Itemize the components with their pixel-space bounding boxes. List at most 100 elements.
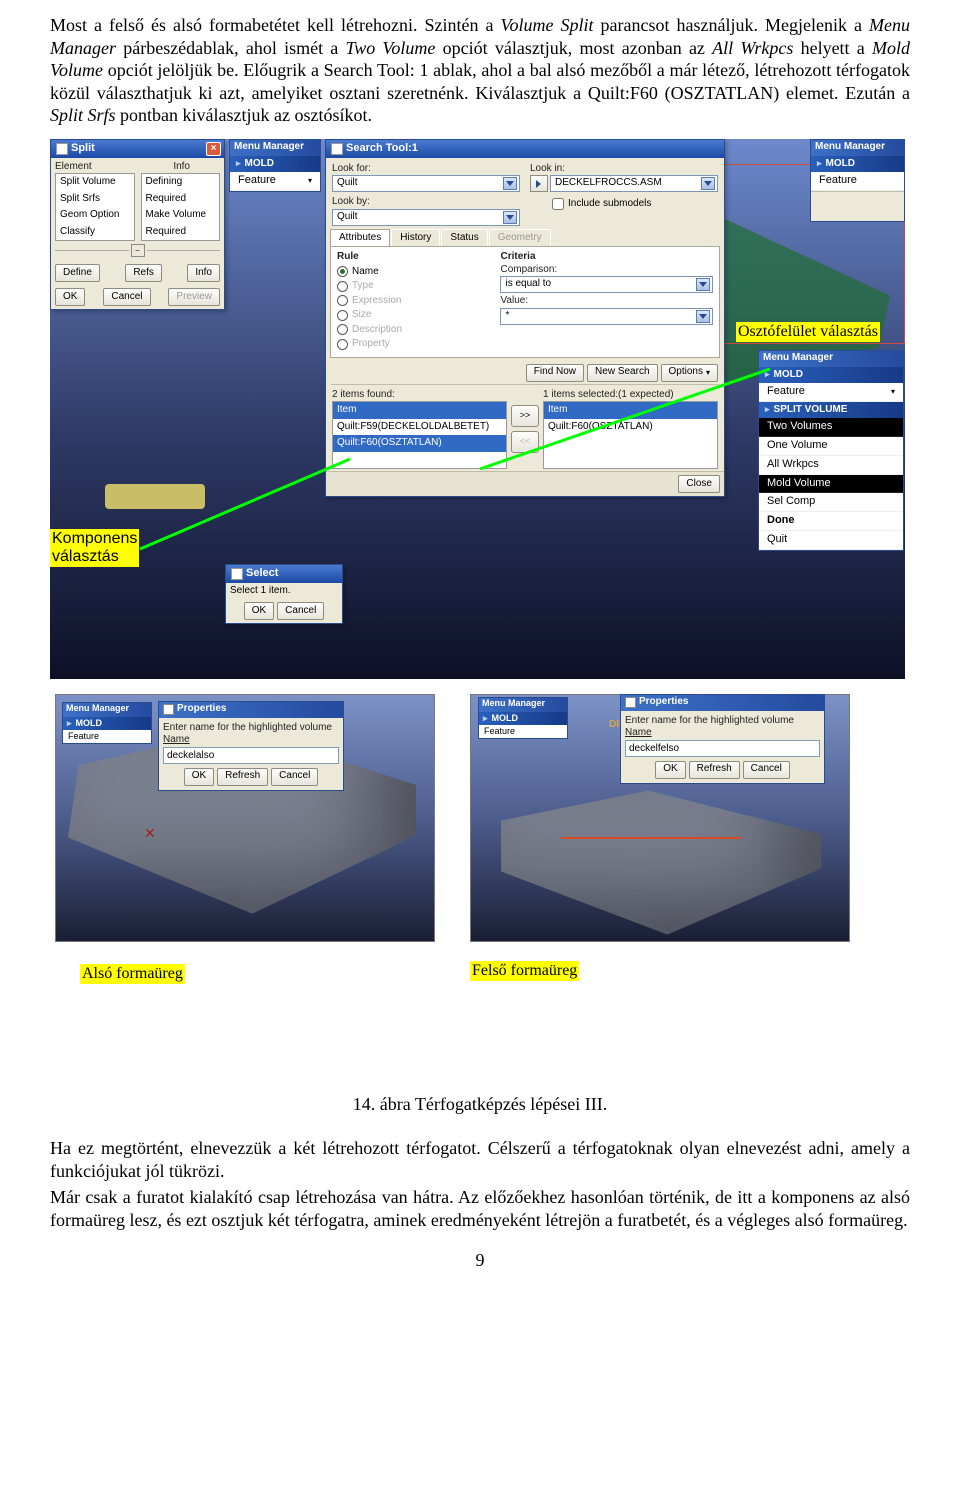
list-item: Required: [142, 191, 220, 208]
list-item[interactable]: Split Srfs: [56, 191, 134, 208]
mm-title: Menu Manager: [63, 703, 151, 717]
mi-mold-volume[interactable]: Mold Volume: [759, 475, 903, 494]
col-element: Element: [55, 161, 92, 174]
mm-header[interactable]: MOLD: [479, 712, 567, 725]
props-cancel-button[interactable]: Cancel: [271, 768, 318, 786]
list-item[interactable]: Quilt:F59(DECKELOLDALBETET): [333, 419, 506, 436]
edge-highlight: [561, 837, 741, 839]
page-number: 9: [50, 1249, 910, 1272]
criteria-label: Criteria: [500, 251, 713, 264]
search-window-icon: [331, 143, 343, 155]
rule-size[interactable]: Size: [337, 309, 500, 322]
props-refresh-button[interactable]: Refresh: [217, 768, 268, 786]
list-item-selected[interactable]: Quilt:F60(OSZTATLAN): [333, 435, 506, 452]
close-button[interactable]: Close: [678, 475, 720, 493]
props-refresh-button[interactable]: Refresh: [689, 761, 740, 779]
text: opciót jelöljük be. Előugrik a Search To…: [50, 60, 910, 103]
transfer-left-button[interactable]: <<: [511, 431, 539, 453]
callout-also-formaure: Alsó formaüreg: [80, 964, 185, 984]
tab-history[interactable]: History: [391, 229, 440, 247]
scroll-handle[interactable]: ⎯: [131, 244, 145, 257]
look-for-combo[interactable]: Quilt: [332, 175, 520, 192]
col-info: Info: [173, 161, 190, 174]
mm-splitvol-header[interactable]: SPLIT VOLUME: [759, 402, 903, 419]
list-item[interactable]: Split Volume: [56, 174, 134, 191]
rule-expression[interactable]: Expression: [337, 295, 500, 308]
chevron-down-icon: [701, 177, 715, 190]
mi-two-volumes[interactable]: Two Volumes: [759, 418, 903, 437]
rule-name[interactable]: Name: [337, 266, 500, 279]
list-item: Defining: [142, 174, 220, 191]
select-ok-button[interactable]: OK: [244, 602, 274, 620]
find-now-button[interactable]: Find Now: [526, 364, 584, 382]
transfer-right-button[interactable]: >>: [511, 405, 539, 427]
options-button[interactable]: Options ▾: [661, 364, 718, 382]
props-name-input[interactable]: [163, 747, 339, 764]
mm-mold-header[interactable]: MOLD: [759, 367, 903, 384]
props-title-text: Properties: [177, 703, 226, 716]
selected-listbox[interactable]: Item Quilt:F60(OSZTATLAN): [543, 401, 718, 469]
chevron-down-icon: [503, 211, 517, 224]
chevron-down-icon: [696, 278, 710, 291]
props-ok-button[interactable]: OK: [184, 768, 214, 786]
mm-mold-header[interactable]: MOLD: [230, 156, 320, 173]
mm-feature-item[interactable]: Feature▾: [759, 383, 903, 402]
list-item[interactable]: Geom Option: [56, 207, 134, 224]
preview-button[interactable]: Preview: [168, 288, 220, 306]
list-item: Required: [142, 224, 220, 241]
chevron-down-icon: [696, 310, 710, 323]
mm-header[interactable]: MOLD: [811, 156, 904, 173]
mi-quit[interactable]: Quit: [759, 531, 903, 550]
props-name-input[interactable]: [625, 740, 820, 757]
search-title-bar: Search Tool:1: [326, 140, 724, 158]
props-enter-label: Enter name for the highlighted volume: [163, 722, 339, 735]
rule-type[interactable]: Type: [337, 280, 500, 293]
props-ok-button[interactable]: OK: [655, 761, 685, 779]
cursor-icon[interactable]: [530, 175, 548, 192]
mi-all-wrkpcs[interactable]: All Wrkpcs: [759, 456, 903, 475]
callout-osztofelulet: Osztófelület választás: [736, 322, 880, 342]
mi-done[interactable]: Done: [759, 512, 903, 531]
list-item[interactable]: Quilt:F60(OSZTATLAN): [544, 419, 717, 436]
tab-attributes[interactable]: Attributes: [330, 229, 390, 247]
select-cancel-button[interactable]: Cancel: [277, 602, 324, 620]
info-button[interactable]: Info: [187, 264, 220, 282]
cancel-button[interactable]: Cancel: [103, 288, 150, 306]
text: parancsot használjuk. Megjelenik a: [601, 15, 869, 35]
chevron-down-icon: ▾: [891, 387, 895, 397]
new-search-button[interactable]: New Search: [587, 364, 657, 382]
refs-button[interactable]: Refs: [125, 264, 162, 282]
mm-header[interactable]: MOLD: [63, 717, 151, 730]
mi-one-volume[interactable]: One Volume: [759, 437, 903, 456]
mm-feature-item[interactable]: Feature ▾: [230, 172, 320, 191]
element-list[interactable]: Split Volume Split Srfs Geom Option Clas…: [55, 173, 135, 241]
look-by-combo[interactable]: Quilt: [332, 209, 520, 226]
define-button[interactable]: Define: [55, 264, 100, 282]
value-combo[interactable]: *: [500, 308, 713, 325]
mi-feature[interactable]: Feature: [479, 725, 567, 738]
rule-property[interactable]: Property: [337, 338, 500, 351]
include-submodels-check[interactable]: Include submodels: [552, 198, 651, 211]
mi-sel-comp[interactable]: Sel Comp: [759, 493, 903, 512]
found-listbox[interactable]: Item Quilt:F59(DECKELOLDALBETET) Quilt:F…: [332, 401, 507, 469]
ok-button[interactable]: OK: [55, 288, 85, 306]
list-item[interactable]: Classify: [56, 224, 134, 241]
rule-description[interactable]: Description: [337, 324, 500, 337]
menu-manager-mini-left: Menu Manager MOLD Feature: [62, 702, 152, 745]
properties-left: Properties Enter name for the highlighte…: [158, 701, 344, 791]
props-icon: [625, 697, 636, 708]
mi-feature[interactable]: Feature: [63, 730, 151, 743]
tab-status[interactable]: Status: [441, 229, 487, 247]
search-tool-window: Search Tool:1 Look for: Quilt Look by: Q…: [325, 139, 725, 498]
chevron-down-icon: [503, 177, 517, 190]
props-title-text: Properties: [639, 696, 688, 709]
mm-title: Menu Manager: [811, 140, 904, 156]
split-title-text: Split: [56, 142, 95, 156]
search-tabs: Attributes History Status Geometry: [326, 226, 724, 247]
close-icon[interactable]: ×: [206, 142, 221, 156]
props-cancel-button[interactable]: Cancel: [743, 761, 790, 779]
look-in-combo[interactable]: DECKELFROCCS.ASM: [550, 175, 718, 192]
comparison-combo[interactable]: is equal to: [500, 276, 713, 293]
callout-komponens: Komponensválasztás: [50, 529, 139, 568]
mi-feature[interactable]: Feature: [811, 172, 904, 191]
